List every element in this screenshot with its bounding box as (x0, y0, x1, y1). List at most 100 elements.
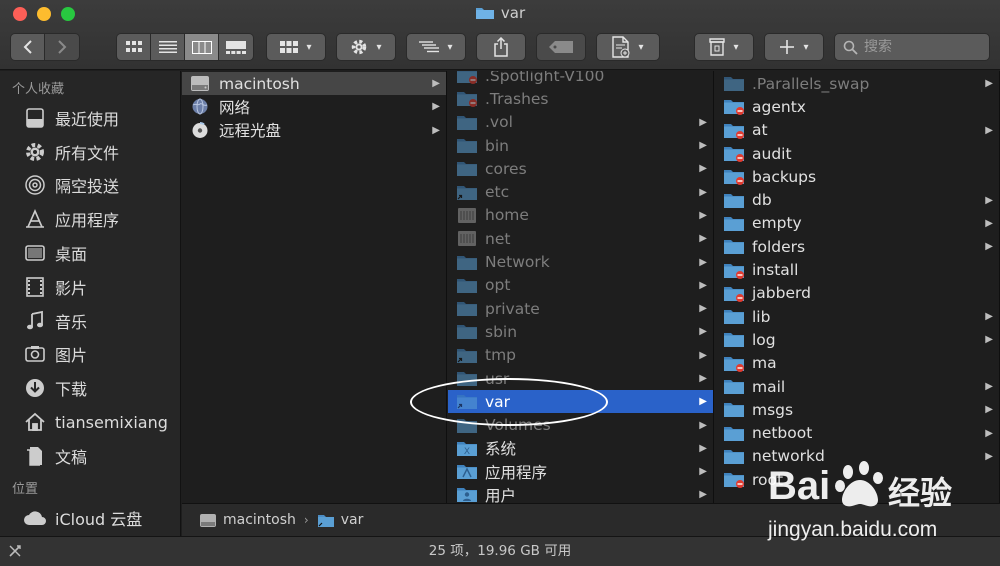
folder-row-network[interactable]: Network ▶ (448, 250, 713, 273)
new-document-button[interactable]: ▾ (596, 33, 660, 61)
row-label: .vol (485, 113, 513, 132)
folder-row-tmp[interactable]: tmp ▶ (448, 344, 713, 367)
sidebar-item-桌面[interactable]: 桌面 (0, 236, 180, 270)
share-button[interactable] (476, 33, 526, 61)
item-row-audit[interactable]: audit (715, 142, 999, 165)
row-label: .Parallels_swap (752, 74, 870, 93)
gear-icon (352, 39, 367, 55)
network-globe-icon (190, 98, 212, 115)
item-row-agentx[interactable]: agentx (715, 95, 999, 118)
folder-icon (723, 215, 745, 232)
column-view-button[interactable] (185, 34, 219, 60)
row-label: netboot (752, 424, 813, 443)
path-segment-var[interactable]: var (341, 512, 364, 528)
row-label: folders (752, 237, 806, 256)
folder-row-应用程序[interactable]: 应用程序 ▶ (448, 460, 713, 483)
document-add-icon (612, 36, 630, 58)
disclosure-arrow-icon: ▶ (432, 124, 440, 136)
row-label: 应用程序 (485, 463, 548, 482)
column-macintosh: .Spotlight-V100 .Trashes .vol ▶ bin ▶ cores ▶ et… (448, 71, 714, 503)
folder-row-cores[interactable]: cores ▶ (448, 157, 713, 180)
folder-row-远程光盘[interactable]: 远程光盘 ▶ (182, 119, 446, 142)
folder-row-at[interactable]: at ▶ (715, 119, 999, 142)
item-row-trashes[interactable]: .Trashes (448, 87, 713, 110)
item-row-jabberd[interactable]: jabberd (715, 282, 999, 305)
sidebar-item-icloud-云盘[interactable]: iCloud 云盘 (0, 501, 180, 535)
add-button[interactable]: ▾ (764, 33, 824, 61)
watermark-brand-cn: 经验 (888, 474, 953, 512)
disclosure-arrow-icon: ▶ (985, 194, 993, 206)
icon-view-button[interactable] (117, 34, 151, 60)
favorites-list: 最近使用 所有文件 隔空投送 应用程序桌面影片 音乐 图片 下载 tiansemixiang 文… (0, 101, 180, 473)
edit-tags-button[interactable] (536, 33, 586, 61)
folder-row-opt[interactable]: opt ▶ (448, 274, 713, 297)
item-row-spotlight-v100[interactable]: .Spotlight-V100 (448, 71, 713, 87)
disclosure-arrow-icon: ▶ (699, 326, 707, 338)
item-row-ma[interactable]: ma (715, 352, 999, 375)
sidebar-item-最近使用[interactable]: 最近使用 (0, 101, 180, 135)
desktop-icon (22, 242, 48, 264)
folder-icon (723, 401, 745, 418)
folder-row-empty[interactable]: empty ▶ (715, 212, 999, 235)
folder-row-home[interactable]: home ▶ (448, 204, 713, 227)
folder-row-sbin[interactable]: sbin ▶ (448, 320, 713, 343)
chevron-right-icon (58, 40, 67, 54)
archive-button[interactable]: ▾ (694, 33, 754, 61)
forward-button[interactable] (45, 34, 79, 60)
folder-row-etc[interactable]: etc ▶ (448, 180, 713, 203)
folder-icon: X (456, 440, 478, 457)
disclosure-arrow-icon: ▶ (699, 442, 707, 454)
group-button[interactable]: ▾ (266, 33, 326, 61)
folder-row-vol[interactable]: .vol ▶ (448, 111, 713, 134)
search-input[interactable] (864, 39, 974, 55)
folder-row-mail[interactable]: mail ▶ (715, 375, 999, 398)
folder-row-用户[interactable]: 用户 ▶ (448, 483, 713, 503)
action-button[interactable]: ▾ (336, 33, 396, 61)
folder-row-net[interactable]: net ▶ (448, 227, 713, 250)
sidebar-item-隔空投送[interactable]: 隔空投送 (0, 169, 180, 203)
folder-row-db[interactable]: db ▶ (715, 188, 999, 211)
folder-row-parallels-swap[interactable]: .Parallels_swap ▶ (715, 72, 999, 95)
arrange-button[interactable]: ▾ (406, 33, 466, 61)
folder-row-msgs[interactable]: msgs ▶ (715, 398, 999, 421)
row-label: lib (752, 307, 771, 326)
disclosure-arrow-icon: ▶ (699, 349, 707, 361)
folder-row-系统[interactable]: X 系统 ▶ (448, 437, 713, 460)
row-label: 用户 (485, 486, 517, 503)
item-row-install[interactable]: install (715, 258, 999, 281)
row-label: cores (485, 159, 527, 178)
baidu-jingyan-watermark: Bai 经验 jingyan.baidu.com (762, 458, 992, 548)
item-row-backups[interactable]: backups (715, 165, 999, 188)
folder-row-log[interactable]: log ▶ (715, 328, 999, 351)
folder-icon (723, 285, 745, 302)
sidebar-item-影片[interactable]: 影片 (0, 270, 180, 304)
sidebar-item-文稿[interactable]: 文稿 (0, 439, 180, 473)
row-label: sbin (485, 322, 518, 341)
path-segment-macintosh[interactable]: macintosh (223, 512, 296, 528)
folder-icon (456, 137, 478, 154)
search-field[interactable] (834, 33, 990, 61)
folder-row-bin[interactable]: bin ▶ (448, 134, 713, 157)
folder-row-netboot[interactable]: netboot ▶ (715, 421, 999, 444)
sidebar-item-应用程序[interactable]: 应用程序 (0, 202, 180, 236)
sidebar-item-图片[interactable]: 图片 (0, 338, 180, 372)
disclosure-arrow-icon: ▶ (985, 311, 993, 323)
folder-row-folders[interactable]: folders ▶ (715, 235, 999, 258)
sidebar-item-label: 桌面 (55, 245, 88, 265)
sidebar-item-音乐[interactable]: 音乐 (0, 304, 180, 338)
list-view-button[interactable] (151, 34, 185, 60)
folder-icon (456, 486, 478, 503)
applications-icon (22, 208, 48, 230)
folder-row-macintosh[interactable]: macintosh ▶ (182, 72, 446, 96)
folder-row-private[interactable]: private ▶ (448, 297, 713, 320)
sidebar-item-下载[interactable]: 下载 (0, 371, 180, 405)
sidebar-item-所有文件[interactable]: 所有文件 (0, 135, 180, 169)
folder-icon (723, 355, 745, 372)
folder-row-网络[interactable]: 网络 ▶ (182, 95, 446, 118)
music-icon (22, 310, 48, 332)
sidebar-item-tiansemixiang[interactable]: tiansemixiang (0, 405, 180, 439)
back-button[interactable] (11, 34, 45, 60)
folder-row-lib[interactable]: lib ▶ (715, 305, 999, 328)
gallery-view-button[interactable] (219, 34, 253, 60)
row-label: db (752, 191, 772, 210)
